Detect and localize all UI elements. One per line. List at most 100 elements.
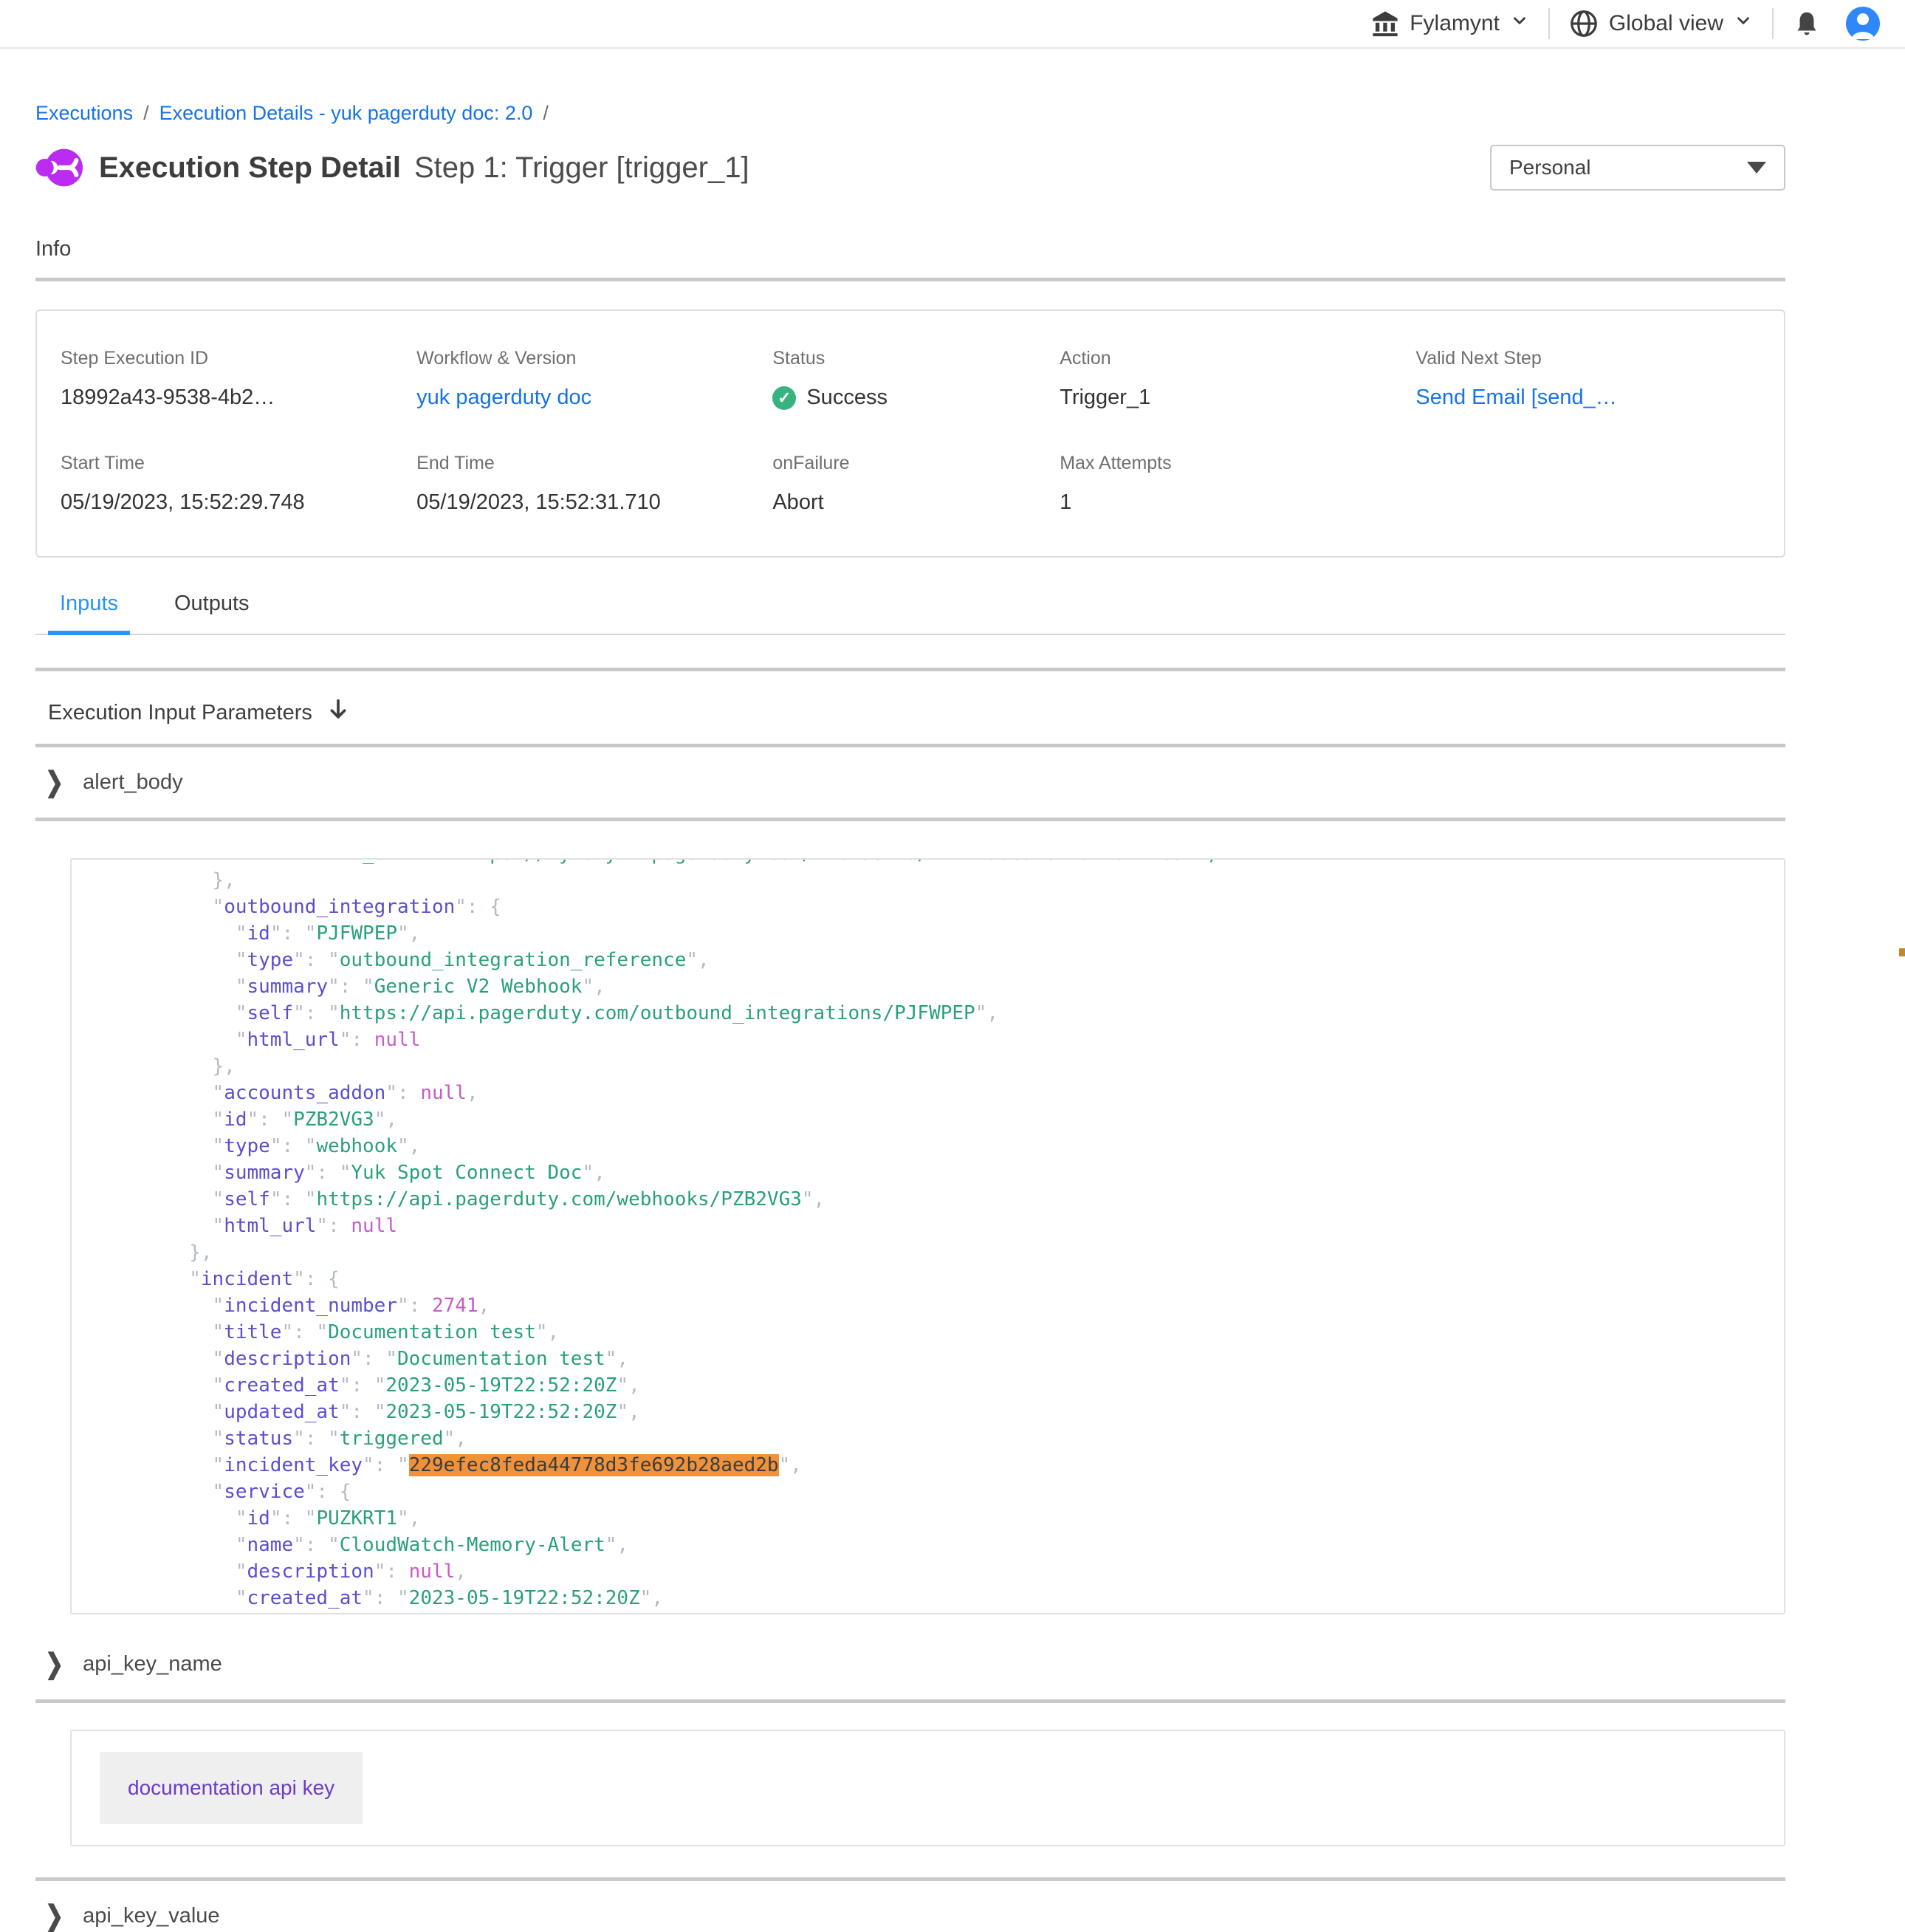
info-field-value: 18992a43-9538-4b2… xyxy=(61,386,416,410)
info-field xyxy=(1415,453,1760,515)
info-field-value: 05/19/2023, 15:52:31.710 xyxy=(416,490,772,515)
section-alert-body[interactable]: ❯ alert_body xyxy=(35,770,1785,795)
notifications-button[interactable] xyxy=(1793,10,1821,38)
tabs: Inputs Outputs xyxy=(35,592,1785,635)
info-field-label: Workflow & Version xyxy=(416,348,772,369)
divider xyxy=(35,1699,1785,1703)
tab-baseline xyxy=(35,634,1785,635)
divider xyxy=(35,278,1785,281)
code-line: "accounts_addon": null, xyxy=(97,1080,1784,1106)
success-check-icon: ✓ xyxy=(772,386,796,410)
code-line: "incident": { xyxy=(97,1266,1784,1292)
section-label: alert_body xyxy=(83,770,182,795)
breadcrumb-separator: / xyxy=(543,102,549,125)
status-badge: ✓ Success xyxy=(772,386,1060,410)
org-switcher[interactable]: Fylamynt xyxy=(1371,10,1529,38)
code-line: "description": null, xyxy=(97,1558,1784,1585)
page-title: Execution Step Detail xyxy=(99,151,401,185)
api-key-name-box: documentation api key xyxy=(70,1730,1785,1846)
info-field-label: Action xyxy=(1060,348,1415,369)
breadcrumb: Executions / Execution Details - yuk pager… xyxy=(35,102,1785,125)
info-field-label: Step Execution ID xyxy=(61,348,416,369)
divider xyxy=(35,668,1785,671)
bank-icon xyxy=(1371,10,1399,38)
chevron-down-icon xyxy=(1510,11,1529,36)
user-avatar[interactable] xyxy=(1846,7,1880,41)
top-bar: Fylamynt Global view xyxy=(0,0,1905,49)
info-field-link[interactable]: yuk pagerduty doc xyxy=(416,386,772,410)
code-line: }, xyxy=(97,1053,1784,1080)
code-line: "created_at": "2023-05-19T22:52:20Z", xyxy=(97,1372,1784,1399)
chevron-down-icon xyxy=(1734,11,1753,36)
page-header: Execution Step Detail Step 1: Trigger [t… xyxy=(35,144,1785,191)
info-field-label: End Time xyxy=(416,453,772,474)
alert-body-json-viewer[interactable]: "html_url": "https://fylamynt.pagerduty.… xyxy=(70,858,1785,1614)
tab-outputs[interactable]: Outputs xyxy=(162,592,261,635)
caret-down-icon xyxy=(1747,162,1766,174)
info-field: Workflow & Version yuk pagerduty doc xyxy=(416,348,772,410)
info-card: Step Execution ID 18992a43-9538-4b2…Workf… xyxy=(35,309,1785,558)
info-field-value: Trigger_1 xyxy=(1060,386,1415,410)
topbar-separator xyxy=(1548,8,1550,39)
scrollbar-find-marker[interactable] xyxy=(1899,948,1905,956)
divider xyxy=(35,818,1785,821)
info-field: Valid Next StepSend Email [send_… xyxy=(1415,348,1760,410)
code-line: "summary": "Generic V2 Webhook", xyxy=(97,973,1784,1000)
fylamynt-logo-icon xyxy=(35,144,83,191)
params-label: Execution Input Parameters xyxy=(48,701,312,725)
code-line: "html_url": "https://fylamynt.pagerduty.… xyxy=(97,858,1784,867)
section-label: api_key_value xyxy=(83,1904,219,1928)
code-line: "type": "outbound_integration_reference"… xyxy=(97,947,1784,973)
info-field-label: Start Time xyxy=(61,453,416,474)
section-api-key-name[interactable]: ❯ api_key_name xyxy=(35,1651,1785,1677)
chevron-right-icon: ❯ xyxy=(45,767,64,799)
info-field: Action Trigger_1 xyxy=(1060,348,1415,410)
code-line: "self": "https://api.pagerduty.com/outbo… xyxy=(97,1000,1784,1027)
code-line: "incident_number": 2741, xyxy=(97,1292,1784,1319)
info-field-value: 05/19/2023, 15:52:29.748 xyxy=(61,490,416,515)
breadcrumb-link[interactable]: Execution Details - yuk pagerduty doc: 2… xyxy=(159,102,533,125)
code-line: "service": { xyxy=(97,1479,1784,1505)
api-key-name-chip[interactable]: documentation api key xyxy=(100,1752,363,1824)
info-field-value: 1 xyxy=(1060,490,1415,515)
code-line: "title": "Documentation test", xyxy=(97,1319,1784,1346)
view-switcher[interactable]: Global view xyxy=(1569,9,1753,38)
page-subtitle: Step 1: Trigger [trigger_1] xyxy=(414,151,749,185)
chevron-right-icon: ❯ xyxy=(45,1900,64,1932)
code-line: "html_url": null xyxy=(97,1213,1784,1239)
code-line: "updated_at": "2023-05-19T22:52:20Z", xyxy=(97,1399,1784,1425)
arrow-down-icon[interactable] xyxy=(327,698,349,727)
tab-row: Inputs Outputs xyxy=(35,592,1785,635)
execution-input-parameters-header: Execution Input Parameters xyxy=(35,698,1785,727)
info-field-value: Abort xyxy=(772,490,1060,515)
info-field-label: Max Attempts xyxy=(1060,453,1415,474)
info-heading: Info xyxy=(35,237,1785,261)
scope-select[interactable]: Personal xyxy=(1490,145,1785,191)
scope-select-value: Personal xyxy=(1509,156,1591,179)
tab-inputs[interactable]: Inputs xyxy=(48,592,130,635)
info-field: End Time 05/19/2023, 15:52:31.710 xyxy=(416,453,772,515)
code-content: "html_url": "https://fylamynt.pagerduty.… xyxy=(72,858,1784,1611)
code-line: "id": "PZB2VG3", xyxy=(97,1106,1784,1133)
breadcrumb-link[interactable]: Executions xyxy=(35,102,133,125)
org-label: Fylamynt xyxy=(1410,11,1500,36)
code-line: "self": "https://api.pagerduty.com/webho… xyxy=(97,1186,1784,1213)
code-line: "incident_key": "229efec8feda44778d3fe69… xyxy=(97,1452,1784,1479)
breadcrumb-separator: / xyxy=(143,102,149,125)
code-line: "id": "PUZKRT1", xyxy=(97,1505,1784,1532)
status-text: Success xyxy=(806,386,888,410)
divider xyxy=(35,744,1785,747)
code-line: "outbound_integration": { xyxy=(97,894,1784,920)
section-label: api_key_name xyxy=(83,1652,222,1676)
info-field-label: onFailure xyxy=(772,453,1060,474)
code-line: "name": "CloudWatch-Memory-Alert", xyxy=(97,1532,1784,1558)
code-line: "status": "triggered", xyxy=(97,1425,1784,1452)
info-field-link[interactable]: Send Email [send_… xyxy=(1415,386,1760,410)
view-label: Global view xyxy=(1609,11,1723,36)
info-field: Step Execution ID 18992a43-9538-4b2… xyxy=(61,348,416,410)
code-line: "id": "PJFWPEP", xyxy=(97,920,1784,947)
code-line: "created_at": "2023-05-19T22:52:20Z", xyxy=(97,1585,1784,1611)
section-api-key-value[interactable]: ❯ api_key_value xyxy=(35,1903,1785,1929)
chevron-right-icon: ❯ xyxy=(45,1648,64,1681)
info-field-label: Status xyxy=(772,348,1060,369)
